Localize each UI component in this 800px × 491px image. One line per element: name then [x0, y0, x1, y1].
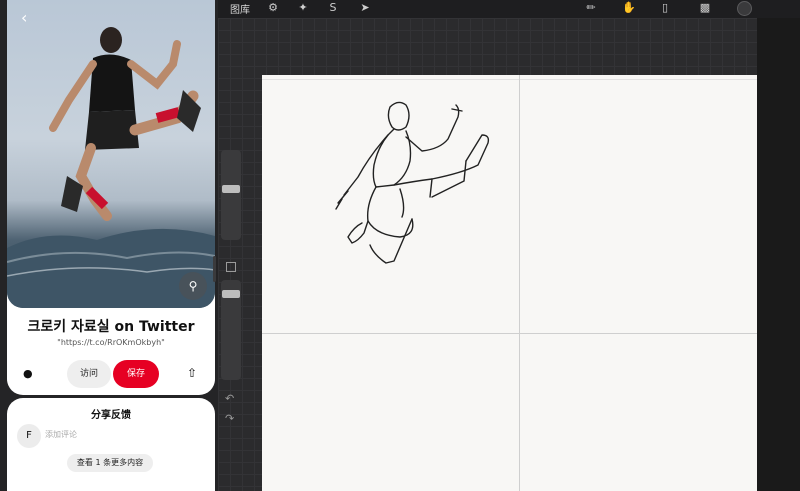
smudge-icon[interactable]: ✋	[622, 1, 636, 15]
procreate-toolbar: 图库 ⚙ ✦ S ➤ ✏ ✋ ▯ ▩	[218, 0, 800, 18]
modify-button[interactable]	[226, 262, 236, 272]
undo-icon[interactable]: ↶	[225, 392, 234, 405]
visit-button[interactable]: 访问	[67, 360, 111, 388]
back-icon[interactable]: ‹	[21, 8, 27, 27]
layers-icon[interactable]: ▩	[698, 1, 712, 15]
slider-thumb[interactable]	[222, 185, 240, 193]
side-toolbar	[221, 150, 241, 390]
magic-wand-icon[interactable]: ✦	[296, 1, 310, 15]
wrench-icon[interactable]: ⚙	[266, 1, 280, 15]
share-icon[interactable]: ⇧	[187, 366, 197, 380]
athlete-photo	[7, 27, 215, 308]
pin-title: 크로키 자료실 on Twitter	[27, 319, 195, 335]
screen: 图库 ⚙ ✦ S ➤ ✏ ✋ ▯ ▩ ↶ ↷ ‹ ⚲ 크로키 자료실 on Tw…	[0, 0, 800, 491]
redo-icon[interactable]: ↷	[225, 412, 234, 425]
color-picker[interactable]	[737, 1, 752, 16]
pin-card: ‹ ⚲ 크로키 자료실 on Twitter "https://t.co/RrO…	[7, 0, 215, 395]
selection-icon[interactable]: S	[326, 1, 340, 15]
gallery-button[interactable]: 图库	[230, 1, 250, 16]
avatar[interactable]: F	[17, 424, 41, 448]
brush-icon[interactable]: ✏	[584, 1, 598, 15]
feedback-card: 分享反馈 F 添加评论 查看 1 条更多内容	[7, 398, 215, 491]
grid-line	[519, 75, 520, 491]
comment-icon[interactable]: ●	[23, 367, 35, 380]
grid-line	[262, 333, 757, 334]
view-more-button[interactable]: 查看 1 条更多内容	[67, 454, 153, 472]
save-button[interactable]: 保存	[113, 360, 159, 388]
right-edge	[757, 0, 800, 491]
grid-line	[262, 79, 757, 80]
pin-source-url[interactable]: "https://t.co/RrOKmOkbyh"	[7, 338, 215, 347]
visual-search-icon[interactable]: ⚲	[179, 272, 207, 300]
pin-image[interactable]: ‹ ⚲	[7, 0, 215, 308]
feedback-title: 分享反馈	[91, 410, 131, 421]
figure-sketch	[335, 101, 490, 264]
drawing-canvas[interactable]	[262, 75, 757, 491]
slider-thumb[interactable]	[222, 290, 240, 298]
opacity-slider[interactable]	[221, 280, 241, 380]
eraser-icon[interactable]: ▯	[658, 1, 672, 15]
split-view-handle[interactable]	[213, 256, 216, 282]
comment-input[interactable]: 添加评论	[45, 429, 77, 440]
transform-icon[interactable]: ➤	[358, 1, 372, 15]
brush-size-slider[interactable]	[221, 150, 241, 240]
